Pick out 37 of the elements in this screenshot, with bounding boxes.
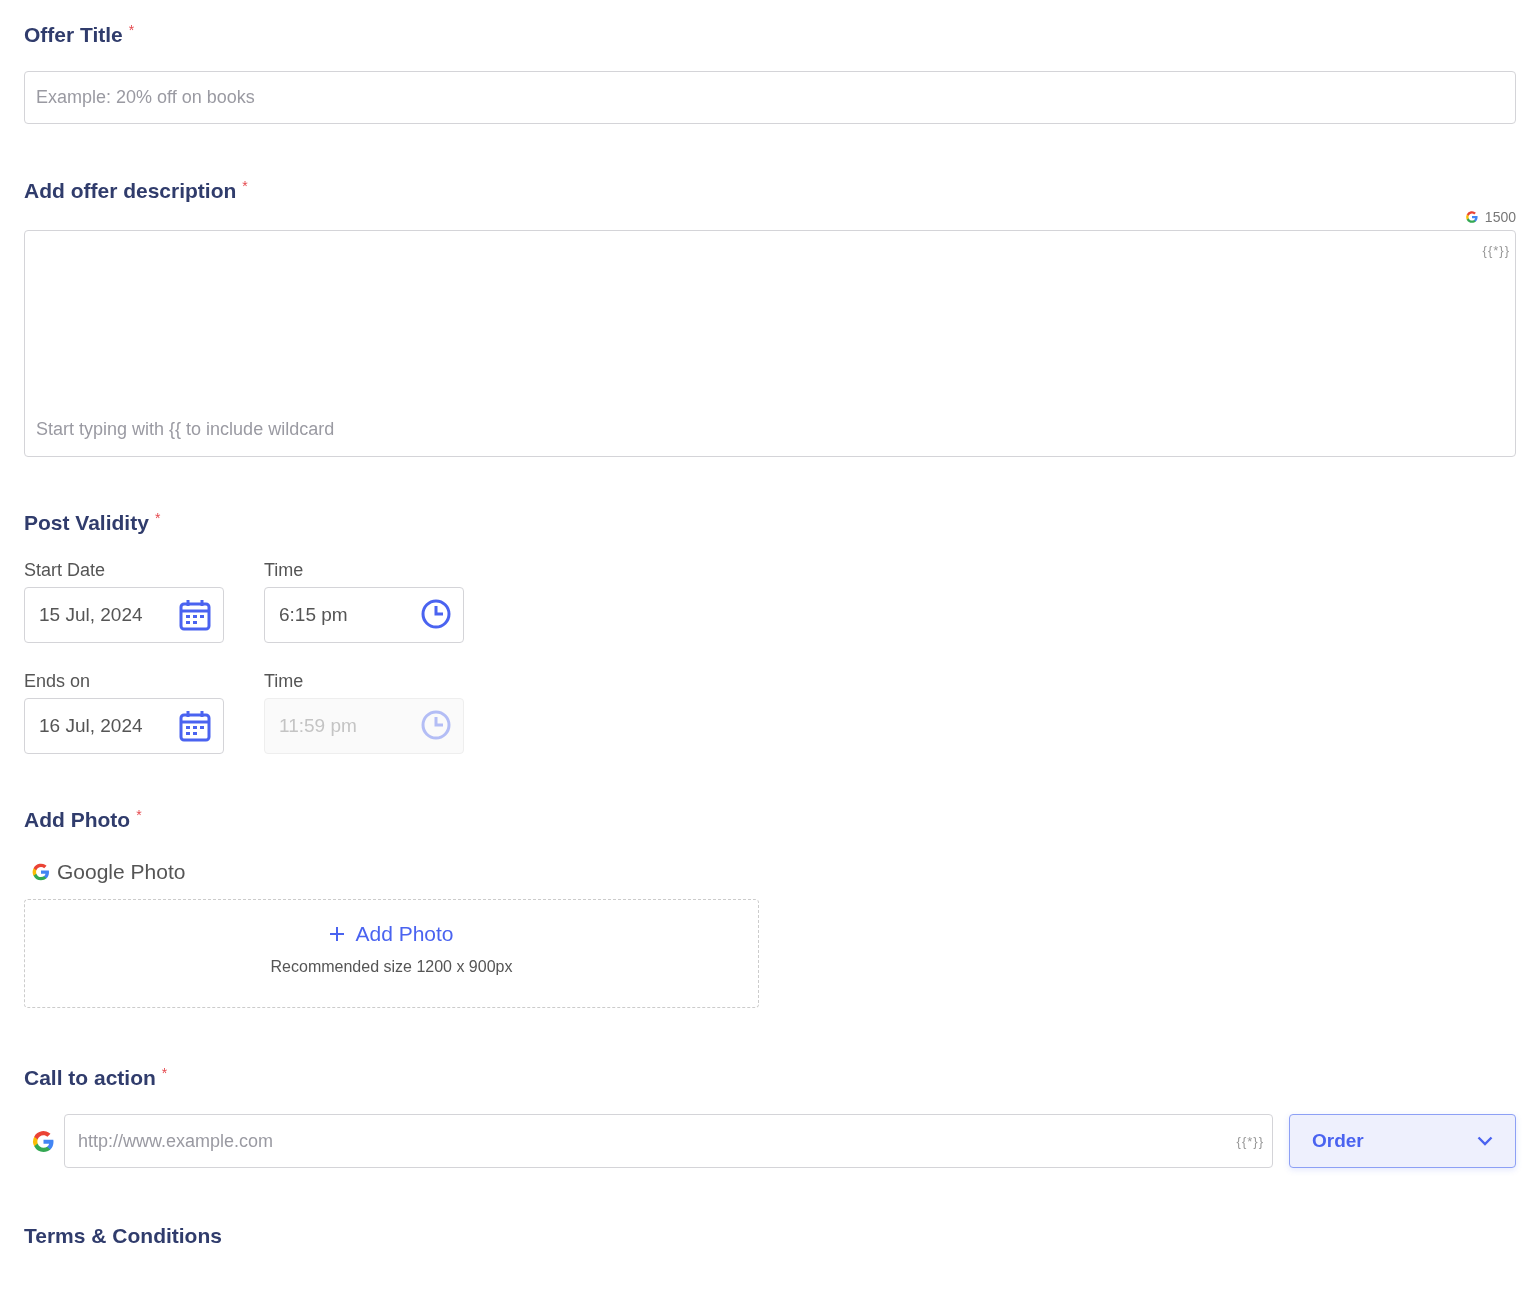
required-mark: * xyxy=(128,23,135,37)
plus-icon xyxy=(329,926,346,942)
required-mark: * xyxy=(154,511,161,525)
url-field[interactable]: http://www.example.com {{*}} xyxy=(64,1114,1273,1168)
date-field[interactable]: 15 Jul, 2024 xyxy=(24,587,224,643)
chevron-down-icon xyxy=(1477,1136,1493,1146)
section-heading: Offer Title xyxy=(24,23,123,47)
wildcard-button[interactable]: {{*}} xyxy=(1236,1133,1264,1149)
section-heading: Add Photo xyxy=(24,808,131,832)
required-mark: * xyxy=(161,1066,168,1080)
calendar-icon[interactable] xyxy=(178,709,212,743)
size-hint: Recommended size 1200 x 900px xyxy=(270,958,513,976)
clock-icon[interactable] xyxy=(420,598,452,630)
section-heading: Post Validity xyxy=(24,511,149,535)
field-label: Time xyxy=(264,671,305,692)
time-field[interactable]: 6:15 pm xyxy=(264,587,464,643)
add-photo-button[interactable]: Add Photo xyxy=(329,922,454,946)
wildcard-button[interactable]: {{*}} xyxy=(1482,243,1510,258)
field-label: Start Date xyxy=(24,560,107,581)
field-label: Ends on xyxy=(24,671,92,692)
photo-drop-zone[interactable]: Add Photo Recommended size 1200 x 900px xyxy=(24,899,759,1008)
offer-title-field[interactable]: Example: 20% off on books xyxy=(24,71,1516,124)
calendar-icon[interactable] xyxy=(178,598,212,632)
section-heading: Call to action xyxy=(24,1066,156,1090)
google-logo-icon xyxy=(31,862,51,882)
field-label: Time xyxy=(264,560,305,581)
section-heading: Terms & Conditions xyxy=(24,1224,222,1248)
action-dropdown[interactable]: Order xyxy=(1289,1114,1516,1168)
character-limit: 1500 xyxy=(1484,209,1516,225)
google-logo-icon xyxy=(1464,210,1479,224)
description-field[interactable]: Start typing with {{ to include wildcard {{*}} xyxy=(24,230,1516,457)
google-logo-icon xyxy=(31,1128,56,1154)
photo-source-label: Google Photo xyxy=(57,860,186,884)
required-mark: * xyxy=(136,808,142,822)
required-mark: * xyxy=(242,179,248,193)
section-heading: Add offer description xyxy=(24,179,237,203)
date-field[interactable]: 16 Jul, 2024 xyxy=(24,698,224,754)
